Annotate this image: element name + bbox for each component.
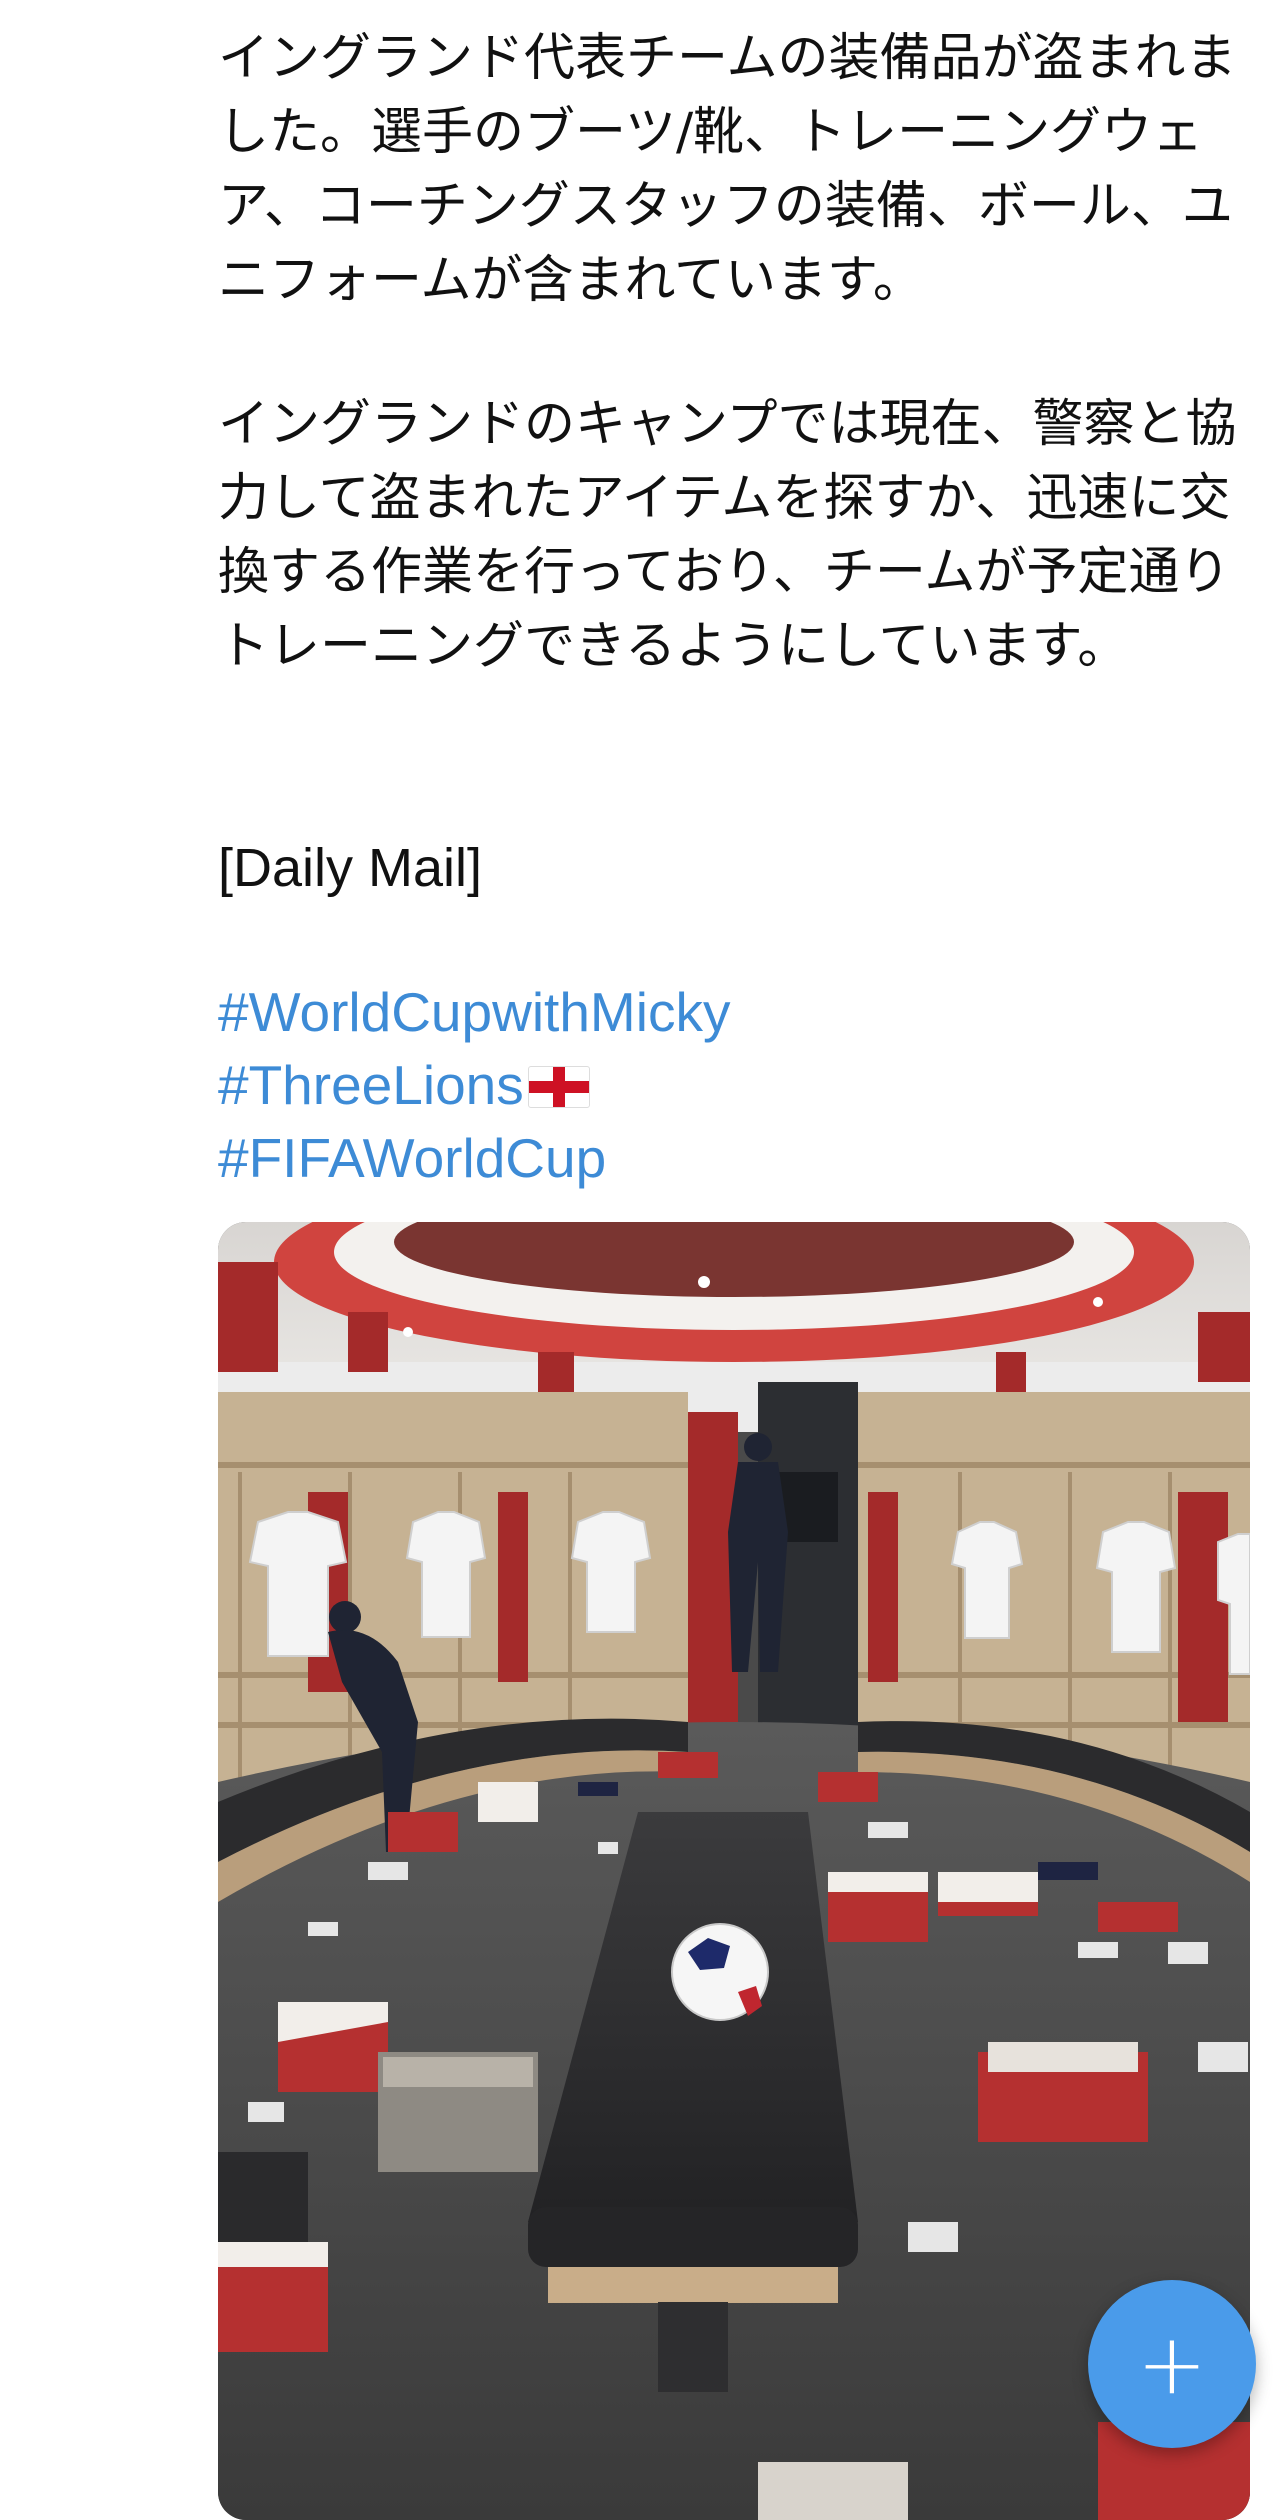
locker-room-photo	[218, 1222, 1250, 2520]
hashtag-text: #WorldCupwithMicky	[218, 981, 731, 1043]
hashtag-fifaworldcup[interactable]: #FIFAWorldCup	[218, 1122, 730, 1195]
plus-icon: +	[1136, 2315, 1208, 2413]
compose-fab-button[interactable]: +	[1088, 2280, 1256, 2448]
post-paragraph-1: イングランド代表チームの装備品が盗まれました。選手のブーツ/靴、トレーニングウェ…	[218, 29, 1237, 310]
post-paragraph-2: イングランドのキャンプでは現在、警察と協力して盗まれたアイテムを探すか、迅速に交…	[218, 395, 1237, 676]
hashtag-list: #WorldCupwithMicky #ThreeLions #FIFAWorl…	[218, 976, 730, 1195]
england-flag-icon	[527, 1066, 590, 1108]
hashtag-worldcupwithmicky[interactable]: #WorldCupwithMicky	[218, 976, 730, 1049]
hashtag-text: #FIFAWorldCup	[218, 1127, 607, 1189]
source-credit: [Daily Mail]	[218, 838, 483, 898]
hashtag-text: #ThreeLions	[218, 1054, 524, 1116]
hashtag-threelions[interactable]: #ThreeLions	[218, 1049, 730, 1122]
post-image[interactable]	[218, 1222, 1250, 2520]
